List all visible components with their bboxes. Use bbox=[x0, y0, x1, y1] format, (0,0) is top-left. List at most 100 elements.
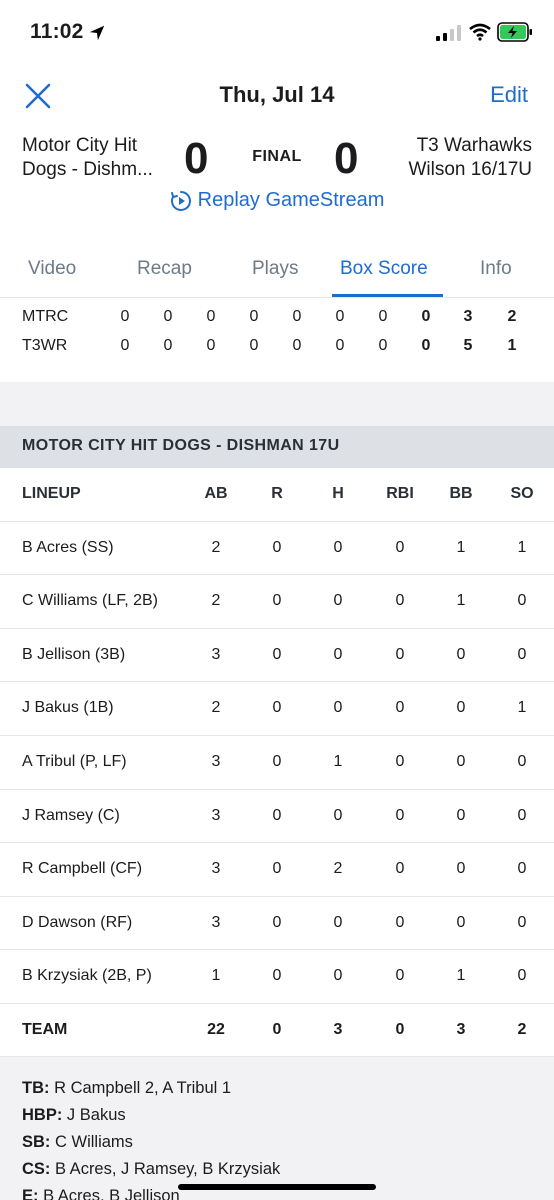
table-header: LINEUP AB R H RBI BB SO bbox=[0, 468, 554, 522]
stat-cell: 0 bbox=[456, 860, 466, 878]
stat-cell: 0 bbox=[272, 1021, 282, 1038]
line-score-inning: 0 bbox=[206, 308, 216, 325]
line-score-inning: 0 bbox=[249, 308, 259, 325]
note-line: CS: B Acres, J Ramsey, B Krzysiak bbox=[22, 1160, 281, 1178]
table-row[interactable]: B Jellison (3B) 3 0 0 0 0 0 bbox=[0, 629, 554, 683]
player-name: B Jellison (3B) bbox=[22, 645, 126, 663]
line-score-inning: 0 bbox=[120, 337, 130, 354]
stat-cell: 2 bbox=[517, 1021, 527, 1038]
note-line: HBP: J Bakus bbox=[22, 1106, 126, 1124]
table-row[interactable]: J Ramsey (C) 3 0 0 0 0 0 bbox=[0, 790, 554, 844]
line-score-hits: 5 bbox=[463, 337, 473, 354]
stat-cell: 2 bbox=[211, 538, 221, 556]
stat-cell: 1 bbox=[456, 592, 466, 610]
stat-cell: 0 bbox=[333, 913, 343, 931]
stat-cell: 3 bbox=[211, 645, 221, 663]
replay-label: Replay GameStream bbox=[197, 189, 385, 211]
stat-cell: 2 bbox=[333, 860, 343, 878]
stat-cell: 1 bbox=[333, 753, 343, 770]
stat-cell: 22 bbox=[207, 1021, 225, 1038]
line-score-inning: 0 bbox=[292, 308, 302, 325]
player-name: TEAM bbox=[22, 1021, 68, 1038]
tab-box-score[interactable]: Box Score bbox=[340, 258, 428, 280]
line-score-runs: 0 bbox=[421, 308, 431, 325]
stat-cell: BB bbox=[449, 485, 473, 502]
stat-cell: 0 bbox=[272, 538, 282, 556]
player-name: A Tribul (P, LF) bbox=[22, 753, 127, 770]
tab-plays[interactable]: Plays bbox=[252, 258, 298, 280]
player-name: J Bakus (1B) bbox=[22, 699, 114, 717]
stat-cell: 1 bbox=[517, 699, 527, 717]
stat-cell: 0 bbox=[333, 967, 343, 985]
line-score-row: MTRC 0 0 0 0 0 0 0 0 3 2 bbox=[0, 304, 554, 332]
player-name: C Williams (LF, 2B) bbox=[22, 592, 159, 610]
line-score-runs: 0 bbox=[421, 337, 431, 354]
replay-icon bbox=[170, 190, 191, 211]
tab-video[interactable]: Video bbox=[28, 258, 76, 280]
player-name: D Dawson (RF) bbox=[22, 913, 133, 931]
page-title: Thu, Jul 14 bbox=[219, 82, 335, 107]
stat-cell: 0 bbox=[517, 967, 527, 985]
player-name: B Krzysiak (2B, P) bbox=[22, 967, 152, 985]
stat-cell: 0 bbox=[517, 645, 527, 663]
away-team-name[interactable]: T3 Warhawks Wilson 16/17U bbox=[382, 134, 532, 182]
line-score-row: T3WR 0 0 0 0 0 0 0 0 5 1 bbox=[0, 333, 554, 361]
status-bar: 11:02 bbox=[0, 0, 554, 66]
player-name: J Ramsey (C) bbox=[22, 806, 120, 824]
stat-cell: AB bbox=[204, 485, 228, 502]
replay-gamestream-button[interactable]: Replay GameStream bbox=[0, 189, 554, 218]
stat-cell: 0 bbox=[395, 538, 405, 556]
stat-cell: 0 bbox=[395, 592, 405, 610]
line-score-errors: 2 bbox=[507, 308, 517, 325]
stat-cell: 3 bbox=[211, 806, 221, 824]
line-score-team: T3WR bbox=[22, 337, 68, 354]
stat-cell: 0 bbox=[272, 592, 282, 610]
line-score-inning: 0 bbox=[120, 308, 130, 325]
signal-icon bbox=[436, 25, 461, 41]
stat-cell: 0 bbox=[333, 645, 343, 663]
stat-cell: 0 bbox=[395, 645, 405, 663]
stat-cell: 1 bbox=[517, 538, 527, 556]
table-row[interactable]: J Bakus (1B) 2 0 0 0 0 1 bbox=[0, 682, 554, 736]
stat-cell: 0 bbox=[456, 913, 466, 931]
table-row[interactable]: B Acres (SS) 2 0 0 0 1 1 bbox=[0, 522, 554, 576]
stat-cell: 0 bbox=[517, 592, 527, 610]
stat-cell: 0 bbox=[333, 592, 343, 610]
stat-cell: 0 bbox=[395, 967, 405, 985]
home-indicator[interactable] bbox=[178, 1184, 376, 1190]
table-row[interactable]: R Campbell (CF) 3 0 2 0 0 0 bbox=[0, 843, 554, 897]
stat-cell: 0 bbox=[395, 806, 405, 824]
tab-bar: Video Recap Plays Box Score Info bbox=[0, 242, 554, 298]
tab-info[interactable]: Info bbox=[480, 258, 512, 280]
stat-cell: 1 bbox=[456, 967, 466, 985]
stat-cell: 0 bbox=[517, 860, 527, 878]
note-line: E: B Acres, B Jellison bbox=[22, 1187, 180, 1200]
table-row[interactable]: C Williams (LF, 2B) 2 0 0 0 1 0 bbox=[0, 575, 554, 629]
stat-cell: 0 bbox=[395, 1021, 405, 1038]
stat-cell: 0 bbox=[456, 645, 466, 663]
stat-cell: 3 bbox=[211, 913, 221, 931]
line-score-inning: 0 bbox=[335, 308, 345, 325]
section-spacer bbox=[0, 382, 554, 426]
stat-cell: 2 bbox=[211, 699, 221, 717]
away-score: 0 bbox=[334, 134, 359, 183]
stat-cell: 0 bbox=[395, 753, 405, 770]
tab-recap[interactable]: Recap bbox=[137, 258, 192, 280]
table-row[interactable]: B Krzysiak (2B, P) 1 0 0 0 1 0 bbox=[0, 950, 554, 1004]
stat-cell: 0 bbox=[395, 913, 405, 931]
stat-cell: 3 bbox=[211, 753, 221, 770]
stat-cell: 0 bbox=[456, 806, 466, 824]
table-row[interactable]: A Tribul (P, LF) 3 0 1 0 0 0 bbox=[0, 736, 554, 790]
stat-cell: 2 bbox=[211, 592, 221, 610]
player-name: R Campbell (CF) bbox=[22, 860, 143, 878]
stat-cell: 0 bbox=[272, 967, 282, 985]
edit-button[interactable]: Edit bbox=[490, 82, 528, 108]
team-section-title: MOTOR CITY HIT DOGS - DISHMAN 17U bbox=[22, 437, 340, 454]
stat-cell: 0 bbox=[272, 645, 282, 663]
stat-cell: R bbox=[271, 485, 283, 502]
line-score-inning: 0 bbox=[335, 337, 345, 354]
team-section-header: MOTOR CITY HIT DOGS - DISHMAN 17U bbox=[0, 426, 554, 468]
player-name: LINEUP bbox=[22, 485, 81, 502]
stat-cell: 0 bbox=[272, 860, 282, 878]
table-row[interactable]: D Dawson (RF) 3 0 0 0 0 0 bbox=[0, 897, 554, 951]
